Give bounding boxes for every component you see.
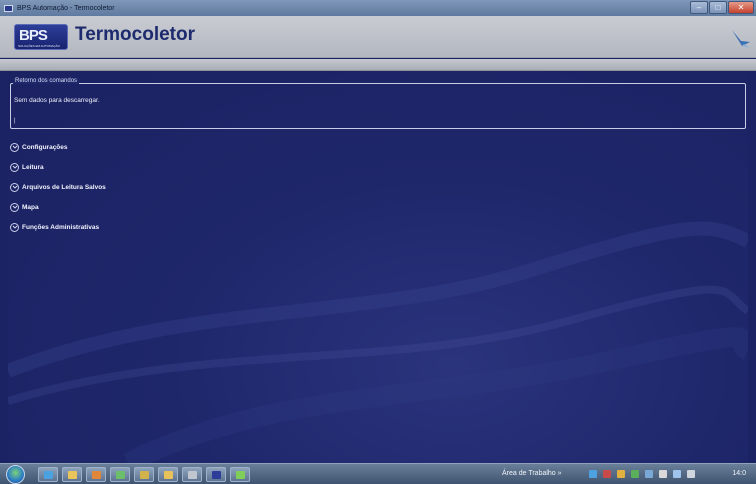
chevron-down-icon: [10, 162, 19, 172]
brand-wing-icon: [732, 30, 750, 48]
window-taskbar-icon[interactable]: [206, 467, 226, 482]
menu-item-label: Funções Administrativas: [22, 223, 100, 231]
menu-item-arquivos-salvos[interactable]: Arquivos de Leitura Salvos: [10, 177, 106, 197]
menu-item-funcoes-administrativas[interactable]: Funções Administrativas: [10, 217, 106, 237]
app-title: Termocoletor: [75, 24, 196, 45]
printer-taskbar-icon[interactable]: [182, 467, 202, 482]
bps-logo: BPS SOLUÇÕES EM AUTOMAÇÃO: [14, 24, 68, 50]
chevron-down-icon: [10, 182, 19, 192]
logo-subtext: SOLUÇÕES EM AUTOMAÇÃO: [18, 44, 60, 48]
background-swirl: [8, 221, 748, 463]
chevron-down-icon: [10, 202, 19, 212]
logo-text: BPS: [19, 27, 48, 44]
maximize-button[interactable]: □: [709, 1, 727, 14]
tray-volume-icon[interactable]: [687, 470, 695, 478]
app-taskbar-icon[interactable]: [134, 467, 154, 482]
tray-device-icon[interactable]: [645, 470, 653, 478]
window-controls: – □ ✕: [689, 1, 754, 14]
app-icon: [4, 4, 13, 12]
menu-item-leitura[interactable]: Leitura: [10, 157, 106, 177]
media-taskbar-icon[interactable]: [86, 467, 106, 482]
menu-item-label: Configurações: [22, 143, 68, 151]
start-button[interactable]: [6, 465, 25, 484]
app-header: BPS SOLUÇÕES EM AUTOMAÇÃO Termocoletor: [0, 16, 756, 58]
menu-item-label: Leitura: [22, 163, 44, 171]
system-tray: Área de Trabalho » 14:0: [486, 464, 756, 484]
tray-power-icon[interactable]: [673, 470, 681, 478]
commands-return-legend: Retorno dos comandos: [13, 78, 80, 84]
explorer-taskbar-icon[interactable]: [62, 467, 82, 482]
tray-app-icon[interactable]: [617, 470, 625, 478]
tray-update-icon[interactable]: [631, 470, 639, 478]
window-titlebar[interactable]: BPS Automação - Termocoletor – □ ✕: [0, 0, 756, 16]
tray-antivirus-icon[interactable]: [603, 470, 611, 478]
main-panel: Retorno dos comandos Sem dados para desc…: [8, 71, 748, 463]
toolbar-strip: [0, 59, 756, 71]
menu-item-mapa[interactable]: Mapa: [10, 197, 106, 217]
menu-item-label: Mapa: [22, 203, 39, 211]
ie-taskbar-icon[interactable]: [38, 467, 58, 482]
tray-network-icon[interactable]: [589, 470, 597, 478]
desktop-toolbar-label[interactable]: Área de Trabalho »: [502, 470, 562, 477]
chevron-down-icon: [10, 222, 19, 232]
folder-taskbar-icon[interactable]: [158, 467, 178, 482]
commands-return-message: Sem dados para descarregar.: [14, 97, 100, 104]
menu-item-configuracoes[interactable]: Configurações: [10, 137, 106, 157]
commands-return-panel: Retorno dos comandos Sem dados para desc…: [10, 78, 746, 129]
text-caret: |: [14, 118, 16, 124]
clock[interactable]: 14:0: [732, 470, 746, 477]
taskbar: Área de Trabalho » 14:0: [0, 463, 756, 484]
minimize-button[interactable]: –: [690, 1, 708, 14]
menu-item-label: Arquivos de Leitura Salvos: [22, 183, 106, 191]
close-button[interactable]: ✕: [728, 1, 754, 14]
termocoletor-taskbar-icon[interactable]: [230, 467, 250, 482]
main-menu: Configurações Leitura Arquivos de Leitur…: [10, 137, 106, 237]
tray-flag-icon[interactable]: [659, 470, 667, 478]
window-title: BPS Automação - Termocoletor: [17, 4, 115, 12]
chevron-down-icon: [10, 142, 19, 152]
screen: BPS Automação - Termocoletor – □ ✕ BPS S…: [0, 0, 756, 484]
network-taskbar-icon[interactable]: [110, 467, 130, 482]
